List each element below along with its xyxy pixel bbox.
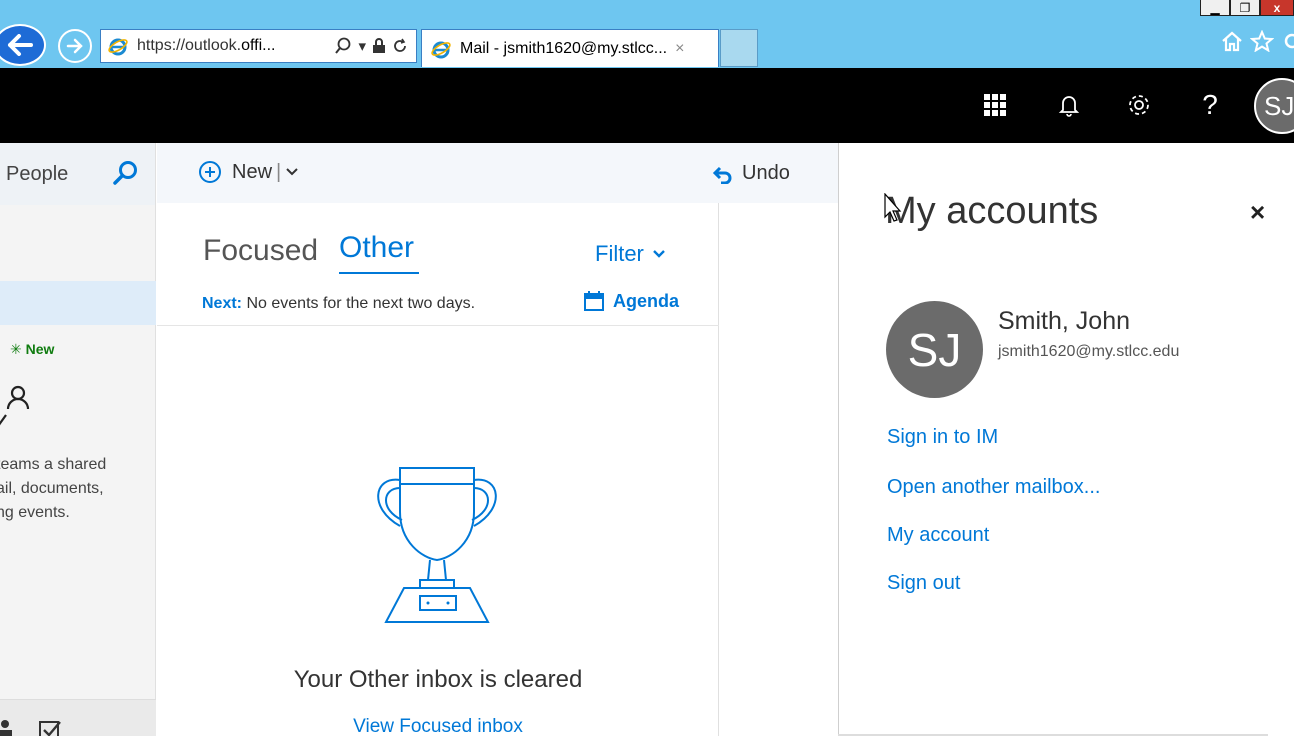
agenda-label: Agenda — [613, 290, 680, 311]
next-events-text: No events for the next two days. — [246, 295, 476, 312]
tab-close-button[interactable]: × — [675, 40, 684, 58]
favorites-star-icon[interactable] — [1250, 30, 1274, 52]
chevron-down-icon[interactable] — [285, 167, 299, 177]
ie-icon — [108, 38, 128, 56]
undo-button[interactable]: Undo — [712, 162, 790, 185]
sign-out-link[interactable]: Sign out — [887, 572, 960, 595]
chevron-down-icon — [653, 250, 665, 258]
url-text[interactable]: https://outlook.offi... — [137, 37, 275, 55]
next-events-line: Next: No events for the next two days. — [202, 295, 475, 313]
url-host: offi... — [241, 37, 276, 54]
lock-icon[interactable] — [372, 38, 386, 54]
people-icon[interactable] — [0, 716, 14, 736]
undo-label: Undo — [742, 162, 790, 184]
my-accounts-title: My accounts — [885, 190, 1099, 232]
view-focused-link[interactable]: View Focused inbox — [157, 716, 719, 736]
separator: | — [276, 160, 282, 183]
reading-pane — [719, 203, 838, 736]
filter-label: Filter — [595, 241, 644, 266]
divider — [157, 325, 719, 326]
groups-icon — [0, 385, 30, 426]
waffle-icon — [984, 94, 1006, 116]
app-launcher-icon[interactable] — [978, 88, 1012, 122]
search-box[interactable]: l People — [0, 143, 155, 205]
forward-button[interactable] — [58, 29, 92, 63]
groups-text-line: ail, documents, — [0, 480, 104, 497]
groups-text-line: ng events. — [0, 504, 70, 521]
minimize-button[interactable]: ▁ — [1200, 0, 1230, 16]
account-email: jsmith1620@my.stlcc.edu — [998, 343, 1180, 360]
help-icon[interactable]: ? — [1193, 88, 1227, 122]
undo-icon — [712, 166, 732, 184]
tools-gear-icon[interactable] — [1280, 30, 1294, 52]
new-label: New — [232, 160, 273, 183]
dropdown-arrow-icon[interactable]: ▾ — [358, 37, 366, 55]
filter-button[interactable]: Filter — [595, 241, 666, 267]
address-tools: ▾ — [334, 37, 416, 55]
groups-text-line: teams a shared — [0, 456, 107, 473]
notifications-bell-icon[interactable] — [1052, 88, 1086, 122]
sparkle-icon: ✳ — [10, 341, 26, 357]
agenda-button[interactable]: Agenda — [583, 290, 679, 312]
browser-tab-mail[interactable]: Mail - jsmith1620@my.stlcc... × — [421, 29, 719, 67]
open-another-mailbox-link[interactable]: Open another mailbox... — [887, 476, 1100, 499]
my-account-link[interactable]: My account — [887, 524, 989, 547]
mouse-cursor-icon — [884, 193, 902, 222]
back-button[interactable] — [0, 24, 46, 66]
groups-description: teams a shared ail, documents, ng events… — [0, 453, 156, 525]
selected-folder-row[interactable] — [0, 281, 156, 325]
tab-title: Mail - jsmith1620@my.stlcc... — [460, 39, 668, 57]
tab-focused[interactable]: Focused — [203, 234, 318, 268]
empty-inbox-message: Your Other inbox is cleared — [293, 666, 583, 693]
tasks-checkbox-icon[interactable] — [38, 718, 62, 736]
close-icon[interactable]: × — [1250, 197, 1265, 228]
search-icon[interactable] — [112, 159, 140, 187]
arrow-right-icon — [66, 38, 83, 54]
next-label: Next: — [202, 295, 243, 312]
close-window-button[interactable]: x — [1260, 0, 1294, 16]
browser-chrome: ▁ ❐ x https://outlook.offi... ▾ Mail - j… — [0, 0, 1294, 68]
new-badge: ✳ New — [10, 341, 54, 358]
restore-button[interactable]: ❐ — [1230, 0, 1260, 16]
url-prefix: https://outlook. — [137, 37, 242, 54]
search-icon[interactable] — [334, 37, 352, 55]
left-panel: l People ✳ New teams a shared ail, docum… — [0, 143, 156, 736]
tab-other-underline — [339, 272, 419, 274]
refresh-icon[interactable] — [392, 38, 408, 54]
arrow-left-icon — [8, 34, 33, 56]
suite-header: ? — [0, 68, 1294, 143]
account-name: Smith, John — [998, 307, 1131, 335]
new-message-button[interactable]: New | — [198, 160, 299, 184]
account-avatar: SJ — [886, 301, 983, 398]
address-bar[interactable]: https://outlook.offi... ▾ — [100, 29, 417, 63]
calendar-icon — [584, 291, 604, 311]
ie-tab-icon — [431, 41, 451, 58]
new-badge-label: New — [25, 341, 55, 357]
window-controls: ▁ ❐ x — [1200, 0, 1294, 16]
trophy-icon — [377, 467, 497, 623]
add-circle-icon — [199, 161, 221, 183]
browser-tools — [1220, 30, 1294, 52]
settings-gear-icon[interactable] — [1122, 88, 1156, 122]
home-icon[interactable] — [1220, 30, 1244, 52]
left-bottom-bar — [0, 699, 156, 736]
tab-other[interactable]: Other — [339, 231, 414, 265]
sign-in-im-link[interactable]: Sign in to IM — [887, 426, 998, 449]
new-tab-button[interactable] — [720, 29, 758, 67]
search-placeholder: l People — [0, 162, 69, 185]
